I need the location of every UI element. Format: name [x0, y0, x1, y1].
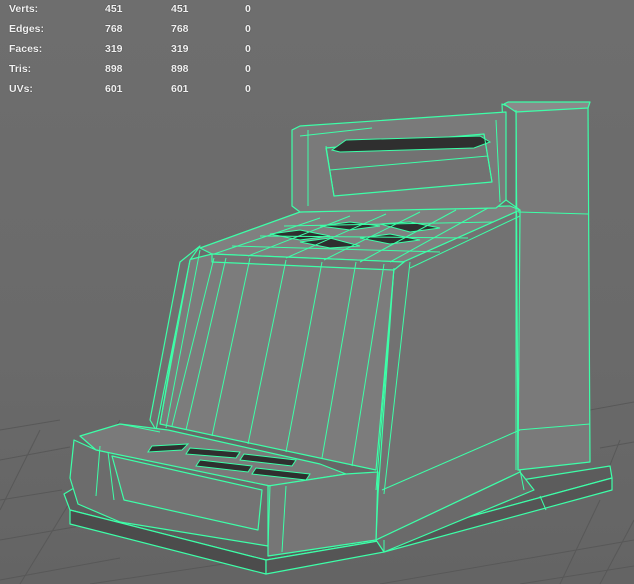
- hud-value: 319: [105, 43, 123, 55]
- hud-label: Tris:: [9, 63, 32, 75]
- hud-value: 601: [171, 83, 189, 95]
- right-pillar: [515, 103, 591, 471]
- hud-value: 0: [245, 63, 251, 75]
- hud-value: 898: [171, 63, 189, 75]
- hud-value: 451: [171, 3, 189, 15]
- hud-value: 768: [105, 23, 123, 35]
- hud-label: Faces:: [9, 43, 43, 55]
- hud-value: 0: [245, 23, 251, 35]
- hud-value: 0: [245, 83, 251, 95]
- hud-value: 898: [105, 63, 123, 75]
- scene-svg[interactable]: [0, 0, 634, 584]
- hud-label: UVs:: [9, 83, 33, 95]
- hud-label: Edges:: [9, 23, 45, 35]
- 3d-viewport[interactable]: Verts: 451 451 0 Edges: 768 768 0 Faces:…: [0, 0, 634, 584]
- hud-value: 768: [171, 23, 189, 35]
- hud-value: 0: [245, 3, 251, 15]
- hud-value: 451: [105, 3, 123, 15]
- hud-label: Verts:: [9, 3, 39, 15]
- mesh-body[interactable]: [63, 101, 613, 575]
- hud-value: 601: [105, 83, 123, 95]
- hud-value: 319: [171, 43, 189, 55]
- hud-value: 0: [245, 43, 251, 55]
